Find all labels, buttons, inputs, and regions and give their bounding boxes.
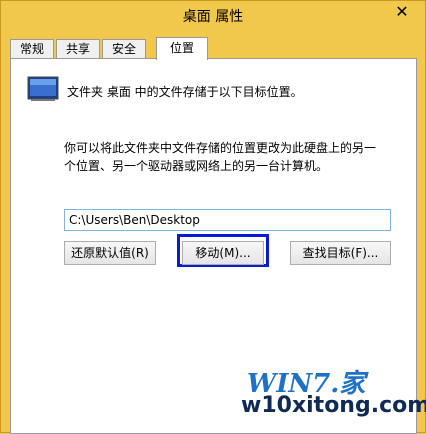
move-button[interactable]: 移动(M)... <box>182 241 264 265</box>
monitor-folder-icon <box>27 76 59 101</box>
find-target-button[interactable]: 查找目标(F)... <box>290 241 391 265</box>
tab-security[interactable]: 安全 <box>102 39 146 58</box>
properties-window: 桌面 属性 ✕ 常规 共享 安全 位置 文件夹 桌面 中的文件存储于以下目标位置… <box>0 0 426 434</box>
watermark-site: w10xitong.com <box>241 393 426 418</box>
location-description: 你可以将此文件夹中文件存储的位置更改为此硬盘上的另一个位置、另一个驱动器或网络上… <box>64 141 377 173</box>
location-info: 文件夹 桌面 中的文件存储于以下目标位置。 <box>67 85 303 99</box>
restore-default-button[interactable]: 还原默认值(R) <box>64 241 156 265</box>
tab-location[interactable]: 位置 <box>156 37 208 60</box>
close-button[interactable]: ✕ <box>385 2 419 22</box>
close-icon: ✕ <box>395 2 409 21</box>
window-title: 桌面 属性 <box>182 9 244 25</box>
tab-sharing[interactable]: 共享 <box>56 39 100 58</box>
path-input[interactable] <box>64 209 391 231</box>
watermark-logo: WIN7.家 w10xitong.com <box>241 363 426 429</box>
title-bar[interactable]: 桌面 属性 ✕ <box>1 1 425 31</box>
tab-general[interactable]: 常规 <box>10 39 54 58</box>
